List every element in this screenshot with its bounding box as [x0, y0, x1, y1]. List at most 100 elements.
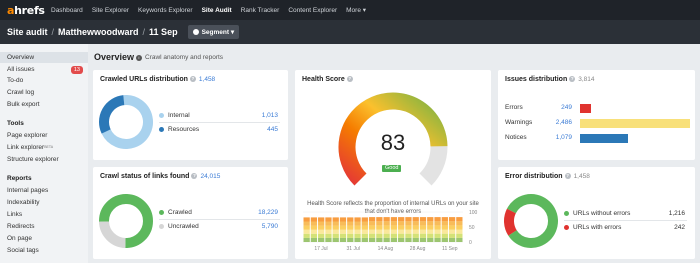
- donut-slice-uncrawled[interactable]: [99, 221, 126, 248]
- sidebar-item-internal-pages[interactable]: Internal pages: [0, 185, 88, 196]
- sidebar-item-crawl-log[interactable]: Crawl log: [0, 87, 88, 98]
- donut-slice-urls-without-errors[interactable]: [506, 194, 558, 248]
- history-bar-segment: [427, 225, 434, 230]
- history-bar-segment: [405, 229, 412, 234]
- sidebar-item-overview[interactable]: Overview: [0, 52, 88, 63]
- history-bar[interactable]: [412, 217, 419, 242]
- history-bar[interactable]: [325, 217, 332, 242]
- issue-value-errors[interactable]: 249: [538, 104, 572, 111]
- history-bar-segment: [405, 221, 412, 226]
- nav-dashboard[interactable]: Dashboard: [51, 7, 83, 14]
- donut-slice-urls-with-errors[interactable]: [504, 208, 517, 236]
- value-internal[interactable]: 1,013: [262, 112, 278, 119]
- history-bar-segment: [354, 221, 361, 226]
- nav-site-audit[interactable]: Site Audit: [202, 7, 232, 14]
- nav-content-explorer[interactable]: Content Explorer: [288, 7, 337, 14]
- history-bar-segment: [354, 233, 361, 238]
- nav-site-explorer[interactable]: Site Explorer: [92, 7, 129, 14]
- history-bar-segment: [427, 221, 434, 226]
- history-bar[interactable]: [448, 217, 456, 242]
- issue-bar-errors[interactable]: [580, 104, 592, 113]
- history-bar[interactable]: [419, 217, 427, 242]
- ahrefs-logo[interactable]: ahrefs: [7, 4, 51, 17]
- history-bar[interactable]: [405, 217, 412, 242]
- card-count[interactable]: 24,015: [200, 173, 220, 180]
- help-icon[interactable]: ?: [346, 76, 353, 83]
- sidebar-item-bulk-export[interactable]: Bulk export: [0, 99, 88, 110]
- nav-keywords-explorer[interactable]: Keywords Explorer: [138, 7, 193, 14]
- help-icon[interactable]: ?: [569, 76, 576, 83]
- issue-value-notices[interactable]: 1,079: [538, 134, 572, 141]
- nav-more[interactable]: More ▾: [346, 6, 366, 14]
- breadcrumb-section[interactable]: Site audit: [7, 27, 48, 37]
- history-bar[interactable]: [339, 217, 347, 242]
- sidebar-item-label: Link explorer: [7, 144, 45, 151]
- sidebar-item-page-explorer[interactable]: Page explorer: [0, 130, 88, 141]
- history-bar-segment: [383, 217, 390, 222]
- value-urls-without-errors[interactable]: 1,216: [669, 210, 685, 217]
- history-bar[interactable]: [390, 217, 398, 242]
- help-icon[interactable]: ?: [189, 76, 196, 83]
- sidebar-item-link-explorer[interactable]: Link explorerBETA: [0, 142, 88, 153]
- breadcrumb-project[interactable]: Matthewwoodward: [58, 27, 139, 37]
- history-bar-segment: [383, 221, 390, 226]
- history-x-tick-label: 31 Jul: [347, 246, 360, 252]
- history-bar[interactable]: [318, 217, 325, 242]
- sidebar-item-todo[interactable]: To-do: [0, 75, 88, 86]
- history-bar[interactable]: [361, 217, 368, 242]
- sidebar-item-structure-explorer[interactable]: Structure explorer: [0, 154, 88, 165]
- value-urls-with-errors[interactable]: 242: [674, 224, 685, 231]
- history-bar[interactable]: [310, 217, 318, 242]
- nav-rank-tracker[interactable]: Rank Tracker: [241, 7, 280, 14]
- donut-slice-resources[interactable]: [99, 95, 125, 134]
- value-crawled[interactable]: 18,229: [258, 209, 278, 216]
- sidebar-item-redirects[interactable]: Redirects: [0, 221, 88, 232]
- history-bar[interactable]: [441, 217, 448, 242]
- history-bar[interactable]: [456, 217, 463, 242]
- history-bar[interactable]: [383, 217, 390, 242]
- card-title: Error distribution? 1,458: [505, 173, 590, 180]
- history-bar-segment: [339, 225, 347, 230]
- legend-swatch: [159, 224, 164, 229]
- breadcrumb-date[interactable]: 11 Sep: [149, 27, 178, 37]
- help-icon[interactable]: ?: [564, 173, 571, 180]
- issue-bar-notices[interactable]: [580, 134, 628, 143]
- sidebar-item-on-page[interactable]: On page: [0, 233, 88, 244]
- sidebar-item-all-issues[interactable]: All issues 13: [0, 64, 88, 75]
- history-bar[interactable]: [347, 217, 354, 242]
- value-resources[interactable]: 445: [267, 126, 278, 133]
- history-bar[interactable]: [354, 217, 361, 242]
- crawled-urls-card: Crawled URLs distribution? 1,458 Internal…: [93, 70, 288, 160]
- history-bar-segment: [332, 237, 339, 242]
- value-uncrawled[interactable]: 5,790: [262, 223, 278, 230]
- card-count[interactable]: 1,458: [199, 76, 215, 83]
- history-bar-segment: [318, 221, 325, 226]
- history-bar[interactable]: [368, 217, 376, 242]
- history-bar[interactable]: [376, 217, 383, 242]
- history-bar-segment: [325, 229, 332, 234]
- history-bar-segment: [405, 233, 412, 238]
- health-history-chart: 17 Jul 31 Jul 14 Aug 28 Aug 11 Sep 100 50 0: [303, 210, 478, 252]
- issue-label-warnings: Warnings: [505, 119, 533, 126]
- history-bar-segment: [361, 221, 368, 226]
- history-bar[interactable]: [398, 217, 405, 242]
- history-bar-segment: [405, 225, 412, 230]
- card-title: Issues distribution? 3,814: [505, 76, 595, 83]
- sidebar-item-social-tags[interactable]: Social tags: [0, 245, 88, 256]
- segment-button[interactable]: Segment ▾: [187, 25, 240, 39]
- help-icon[interactable]: ?: [191, 173, 198, 180]
- history-bar-segment: [456, 225, 463, 230]
- history-bar[interactable]: [427, 217, 434, 242]
- sidebar-item-links[interactable]: Links: [0, 209, 88, 220]
- issue-bar-warnings[interactable]: [580, 119, 690, 128]
- legend-internal: Internal: [159, 112, 190, 119]
- history-bar[interactable]: [303, 217, 310, 242]
- history-bar-segment: [303, 225, 310, 230]
- history-bar-segment: [405, 237, 412, 242]
- issue-value-warnings[interactable]: 2,486: [538, 119, 572, 126]
- sidebar-item-indexability[interactable]: Indexability: [0, 197, 88, 208]
- history-bar[interactable]: [434, 217, 441, 242]
- legend-urls-with-errors: URLs with errors: [564, 224, 621, 231]
- crawl-anatomy-link[interactable]: i Crawl anatomy and reports: [136, 54, 223, 61]
- history-bar[interactable]: [332, 217, 339, 242]
